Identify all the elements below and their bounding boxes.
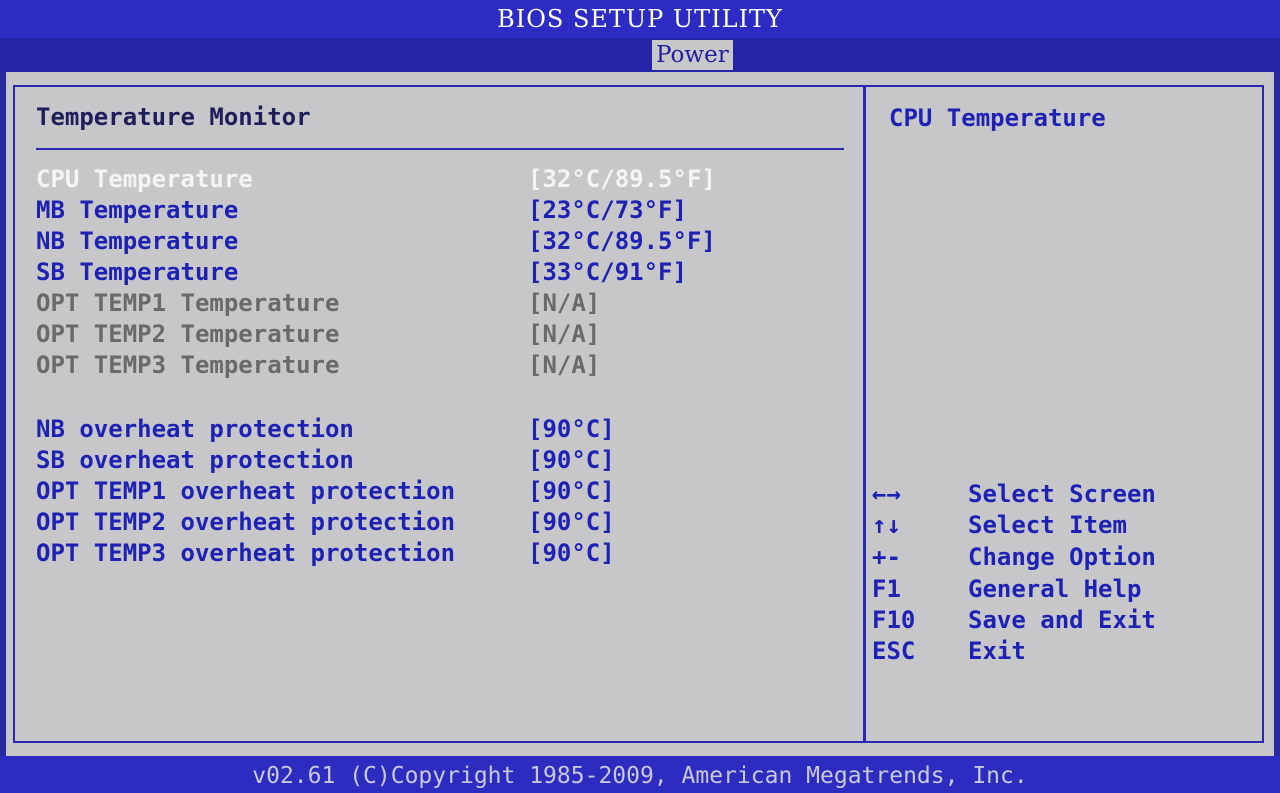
- key-hint-desc: Exit: [968, 637, 1026, 665]
- key-hint-desc: Save and Exit: [968, 606, 1156, 634]
- setting-value: [32°C/89.5°F]: [528, 165, 716, 193]
- setting-nb-overheat-protection[interactable]: NB overheat protection [90°C]: [36, 414, 836, 445]
- help-title: CPU Temperature: [889, 104, 1106, 132]
- left-right-arrows-icon: ←→: [872, 480, 901, 508]
- setting-label: NB Temperature: [36, 227, 239, 255]
- key-hint-change-option: +- Change Option: [872, 542, 1262, 573]
- setting-value: [90°C]: [528, 415, 615, 443]
- setting-sb-temperature[interactable]: SB Temperature [33°C/91°F]: [36, 257, 836, 288]
- bios-screen: BIOS SETUP UTILITY Power Temperature Mon…: [0, 0, 1280, 793]
- setting-value: [N/A]: [528, 351, 601, 379]
- setting-label: SB Temperature: [36, 258, 239, 286]
- setting-opt-temp1-temperature: OPT TEMP1 Temperature [N/A]: [36, 288, 836, 319]
- key-hint-key: F10: [872, 606, 916, 634]
- setting-label: SB overheat protection: [36, 446, 354, 474]
- setting-opt-temp3-temperature: OPT TEMP3 Temperature [N/A]: [36, 350, 836, 381]
- copyright-footer: v02.61 (C)Copyright 1985-2009, American …: [0, 756, 1280, 793]
- setting-value: [33°C/91°F]: [528, 258, 687, 286]
- key-hint-select-screen: ←→ Select Screen: [872, 479, 1262, 510]
- main-panel: Temperature Monitor CPU Temperature [32°…: [6, 72, 1274, 756]
- key-hint-key: F1: [872, 575, 901, 603]
- setting-label: OPT TEMP1 Temperature: [36, 289, 340, 317]
- setting-label: OPT TEMP1 overheat protection: [36, 477, 456, 505]
- setting-value: [32°C/89.5°F]: [528, 227, 716, 255]
- setting-label: NB overheat protection: [36, 415, 354, 443]
- tab-strip: Power: [0, 38, 1280, 72]
- setting-cpu-temperature[interactable]: CPU Temperature [32°C/89.5°F]: [36, 164, 836, 195]
- key-hint-general-help: F1 General Help: [872, 574, 1262, 605]
- section-title: Temperature Monitor: [36, 103, 311, 131]
- key-hint-desc: Select Item: [968, 511, 1127, 539]
- setting-value: [N/A]: [528, 289, 601, 317]
- key-hint-desc: General Help: [968, 575, 1142, 603]
- setting-label: CPU Temperature: [36, 165, 253, 193]
- setting-label: OPT TEMP3 overheat protection: [36, 539, 456, 567]
- setting-sb-overheat-protection[interactable]: SB overheat protection [90°C]: [36, 445, 836, 476]
- window-title: BIOS SETUP UTILITY: [0, 0, 1280, 38]
- setting-label: OPT TEMP2 Temperature: [36, 320, 340, 348]
- setting-label: OPT TEMP2 overheat protection: [36, 508, 456, 536]
- setting-opt-temp2-overheat-protection[interactable]: OPT TEMP2 overheat protection [90°C]: [36, 507, 836, 538]
- setting-label: OPT TEMP3 Temperature: [36, 351, 340, 379]
- setting-value: [90°C]: [528, 539, 615, 567]
- setting-value: [N/A]: [528, 320, 601, 348]
- setting-label: MB Temperature: [36, 196, 239, 224]
- setting-opt-temp3-overheat-protection[interactable]: OPT TEMP3 overheat protection [90°C]: [36, 538, 836, 569]
- key-hint-select-item: ↑↓ Select Item: [872, 510, 1262, 541]
- key-hint-desc: Select Screen: [968, 480, 1156, 508]
- setting-mb-temperature[interactable]: MB Temperature [23°C/73°F]: [36, 195, 836, 226]
- setting-nb-temperature[interactable]: NB Temperature [32°C/89.5°F]: [36, 226, 836, 257]
- setting-value: [90°C]: [528, 446, 615, 474]
- setting-value: [90°C]: [528, 508, 615, 536]
- up-down-arrows-icon: ↑↓: [872, 511, 901, 539]
- setting-value: [23°C/73°F]: [528, 196, 687, 224]
- plus-minus-icon: +-: [872, 543, 901, 571]
- key-hint-desc: Change Option: [968, 543, 1156, 571]
- setting-value: [90°C]: [528, 477, 615, 505]
- key-hint-exit: ESC Exit: [872, 636, 1262, 667]
- setting-opt-temp1-overheat-protection[interactable]: OPT TEMP1 overheat protection [90°C]: [36, 476, 836, 507]
- tab-power[interactable]: Power: [652, 40, 733, 70]
- section-divider: [36, 148, 844, 150]
- setting-opt-temp2-temperature: OPT TEMP2 Temperature [N/A]: [36, 319, 836, 350]
- key-hint-key: ESC: [872, 637, 916, 665]
- key-hint-save-and-exit: F10 Save and Exit: [872, 605, 1262, 636]
